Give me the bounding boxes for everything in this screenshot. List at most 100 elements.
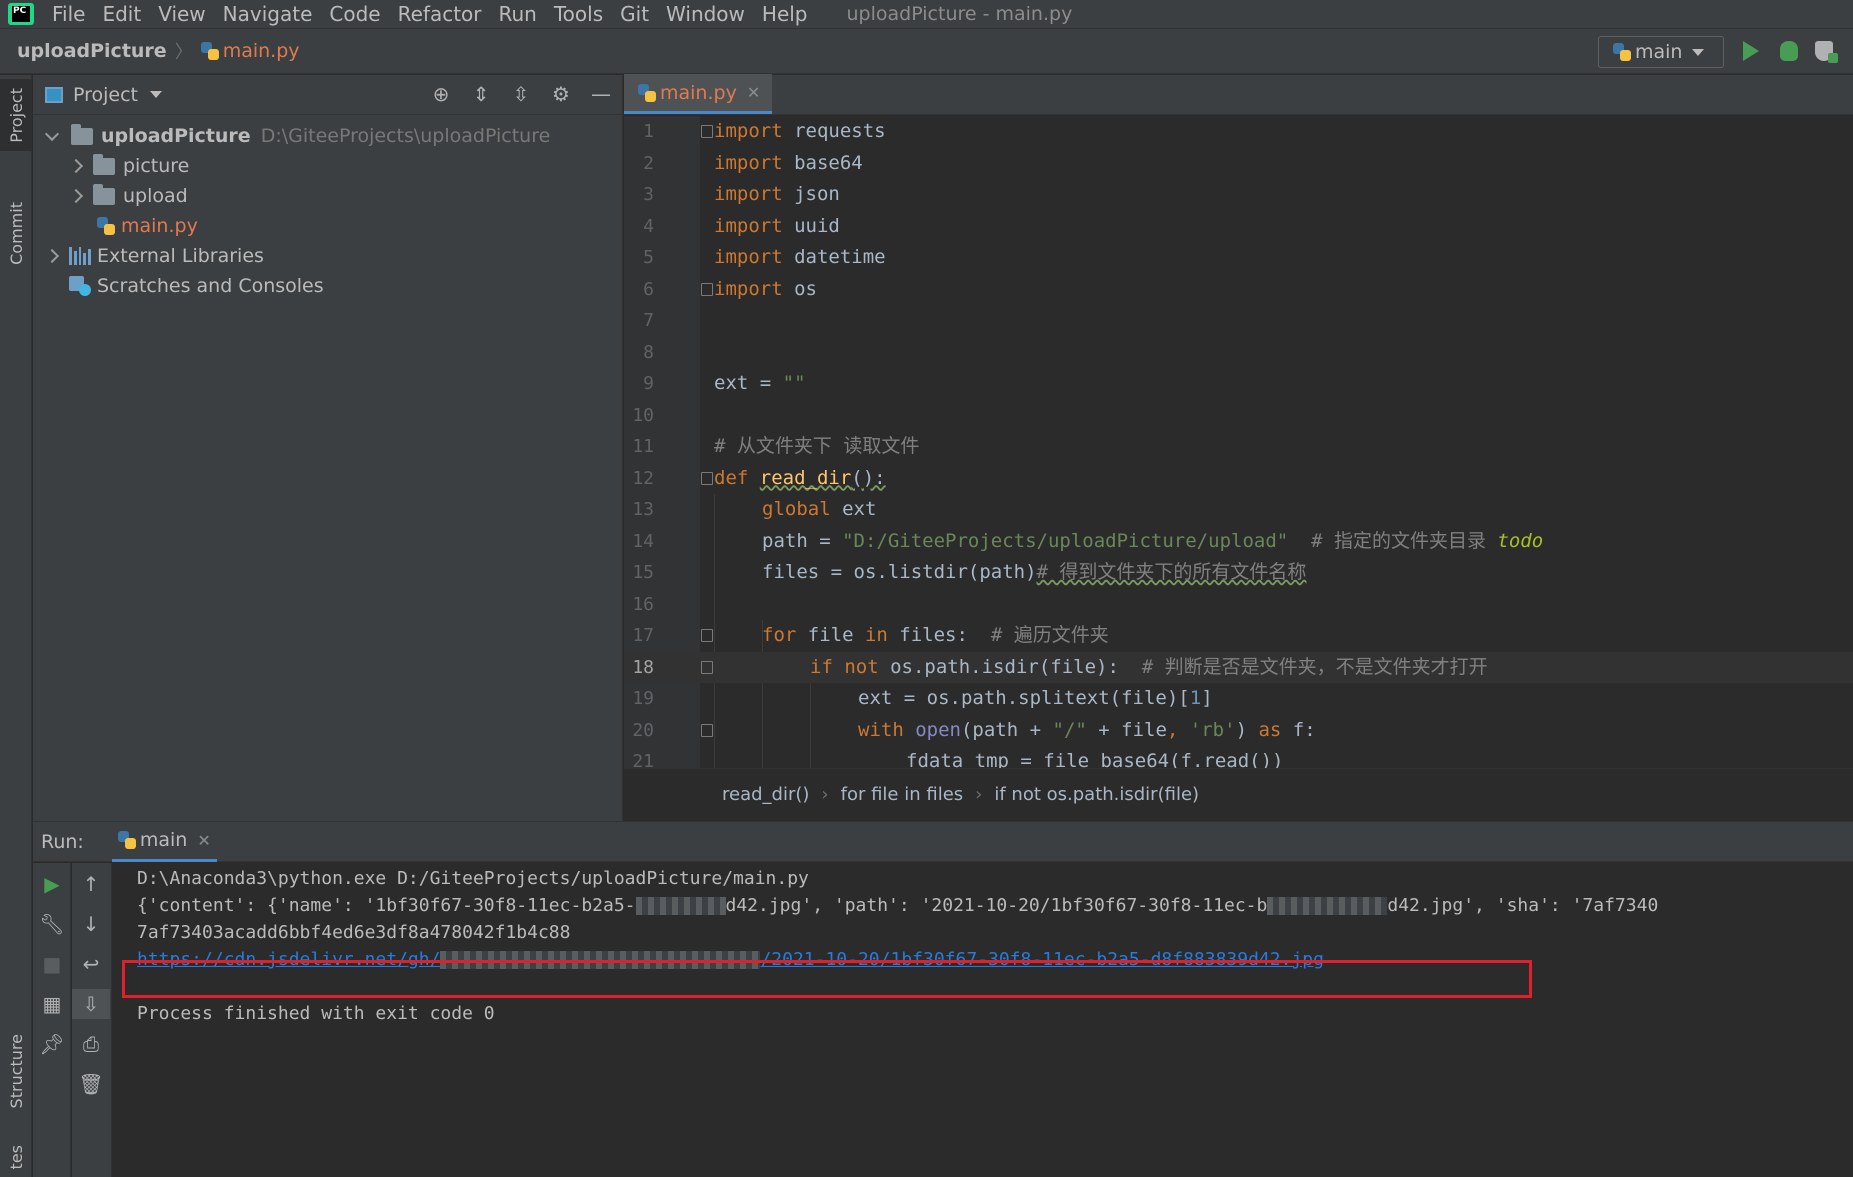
menu-navigate[interactable]: Navigate — [223, 4, 313, 24]
notes-tool-tab[interactable]: tes — [0, 1137, 32, 1177]
line-number: 11 — [632, 436, 654, 457]
tab-label: main.py — [660, 81, 737, 104]
line-number: 3 — [643, 184, 654, 205]
tree-item-external-libraries[interactable]: External Libraries — [33, 241, 622, 271]
console-output[interactable]: D:\Anaconda3\python.exe D:/GiteeProjects… — [137, 863, 1853, 1177]
line-number: 17 — [632, 625, 654, 646]
arrow-down-icon[interactable]: ↓ — [72, 909, 110, 939]
line-number: 6 — [643, 278, 654, 300]
rerun-icon[interactable]: ▶ — [33, 869, 71, 899]
menu-refactor[interactable]: Refactor — [398, 4, 482, 24]
trash-icon[interactable]: 🗑︎ — [72, 1069, 110, 1099]
scroll-to-end-icon[interactable]: ⇩ — [72, 989, 110, 1019]
fold-marker-icon[interactable] — [701, 723, 713, 737]
breadcrumb-for-loop[interactable]: for file in files — [841, 784, 964, 805]
arrow-up-icon[interactable]: ↑ — [72, 869, 110, 899]
chevron-down-icon[interactable] — [44, 126, 60, 142]
tree-item-label: main.py — [121, 215, 198, 237]
code-line: 15 files = os.listdir(path)# 得到文件夹下的所有文件名… — [624, 557, 1853, 589]
breadcrumb-if-statement[interactable]: if not os.path.isdir(file) — [994, 784, 1199, 805]
scratches-icon — [69, 276, 91, 296]
breadcrumb-file[interactable]: main.py — [223, 40, 300, 62]
wrench-icon[interactable]: 🔧︎ — [33, 909, 71, 939]
fold-marker-icon[interactable] — [701, 471, 713, 485]
menu-code[interactable]: Code — [329, 4, 380, 24]
code-editor: main.py ✕ 1 import requests 2 import base6… — [624, 74, 1853, 821]
close-icon[interactable]: ✕ — [197, 831, 210, 850]
collapse-all-icon[interactable]: ⇳ — [510, 82, 532, 106]
left-tool-strip: Project Commit Structure tes — [0, 75, 32, 1177]
fold-marker-icon[interactable] — [701, 629, 713, 642]
redacted-region — [635, 897, 726, 915]
tree-item-main-py[interactable]: main.py — [33, 211, 622, 241]
tree-item-label: upload — [123, 185, 188, 207]
menu-git[interactable]: Git — [620, 4, 649, 24]
tree-item-upload[interactable]: upload — [33, 181, 622, 211]
tree-item-picture[interactable]: picture — [33, 151, 622, 181]
menu-edit[interactable]: Edit — [102, 4, 141, 24]
fold-marker-icon[interactable] — [701, 660, 713, 674]
project-view-select[interactable]: Project — [73, 84, 138, 106]
locate-file-icon[interactable]: ⊕ — [430, 82, 452, 106]
project-tool-tab[interactable]: Project — [0, 79, 32, 151]
menu-bar: PC File Edit View Navigate Code Refactor… — [0, 0, 1853, 28]
run-tab-main[interactable]: main ✕ — [111, 822, 217, 862]
menu-view[interactable]: View — [158, 4, 205, 24]
line-number: 5 — [643, 247, 654, 268]
breadcrumb-function[interactable]: read_dir() — [722, 784, 809, 805]
line-number: 2 — [643, 152, 654, 174]
line-number: 19 — [632, 688, 654, 709]
soft-wrap-icon[interactable]: ↩ — [72, 949, 110, 979]
layout-icon[interactable]: ▦ — [33, 989, 71, 1019]
pin-icon[interactable]: 📌︎ — [33, 1029, 71, 1059]
debug-button[interactable] — [1780, 41, 1798, 61]
line-number: 21 — [632, 751, 654, 768]
code-line: 19 ext = os.path.splitext(file)[1] — [624, 683, 1853, 715]
menu-run[interactable]: Run — [499, 4, 537, 24]
code-line: 12 def read_dir(): — [624, 463, 1853, 495]
code-line: 10 — [624, 400, 1853, 432]
menu-file[interactable]: File — [52, 4, 85, 24]
fold-marker-icon[interactable] — [701, 125, 713, 138]
line-number: 18 — [632, 656, 654, 678]
code-line: 7 — [624, 305, 1853, 337]
run-button[interactable] — [1743, 41, 1759, 61]
chevron-right-icon[interactable] — [68, 158, 84, 174]
breadcrumb-project[interactable]: uploadPicture — [17, 40, 167, 62]
print-icon[interactable]: ⎙ — [72, 1029, 110, 1059]
tab-main-py[interactable]: main.py ✕ — [624, 74, 773, 114]
python-file-icon — [97, 217, 115, 235]
code-line: 4 import uuid — [624, 211, 1853, 243]
code-line: 21 fdata_tmp = file_base64(f.read()) — [624, 746, 1853, 768]
chevron-right-icon[interactable] — [68, 188, 84, 204]
project-panel-header: Project ⊕ ⇕ ⇳ ⚙ — — [33, 75, 622, 115]
stop-icon[interactable]: ■ — [33, 949, 71, 979]
redacted-region — [1267, 897, 1388, 915]
run-toolbar-primary: ▶ 🔧︎ ■ ▦ 📌︎ — [33, 863, 71, 1177]
structure-tool-tab[interactable]: Structure — [0, 1025, 32, 1117]
window-title: uploadPicture - main.py — [846, 3, 1073, 25]
run-with-coverage-button[interactable] — [1815, 41, 1838, 63]
line-number: 12 — [632, 467, 654, 489]
chevron-down-icon[interactable] — [150, 91, 163, 98]
tree-item-uploadpicture[interactable]: uploadPicture D:\GiteeProjects\uploadPic… — [33, 121, 622, 151]
code-area[interactable]: 1 import requests 2 import base64 3 import … — [624, 116, 1853, 768]
editor-tabs: main.py ✕ — [624, 74, 1853, 115]
tree-item-scratches[interactable]: Scratches and Consoles — [33, 271, 622, 301]
minimize-icon[interactable]: — — [590, 82, 612, 106]
run-configuration-select[interactable]: main — [1598, 36, 1724, 68]
fold-marker-icon[interactable] — [701, 282, 713, 296]
python-icon — [1613, 43, 1631, 61]
expand-all-icon[interactable]: ⇕ — [470, 82, 492, 106]
close-icon[interactable]: ✕ — [747, 83, 760, 102]
menu-help[interactable]: Help — [762, 4, 808, 24]
code-line: 2 import base64 — [624, 148, 1853, 180]
chevron-right-icon[interactable] — [44, 248, 60, 264]
gear-icon[interactable]: ⚙ — [550, 82, 572, 106]
python-file-icon — [200, 42, 219, 60]
menu-window[interactable]: Window — [666, 4, 745, 24]
line-number: 9 — [643, 373, 654, 394]
folder-icon — [71, 123, 93, 145]
commit-tool-tab[interactable]: Commit — [0, 187, 32, 279]
menu-tools[interactable]: Tools — [554, 4, 603, 24]
